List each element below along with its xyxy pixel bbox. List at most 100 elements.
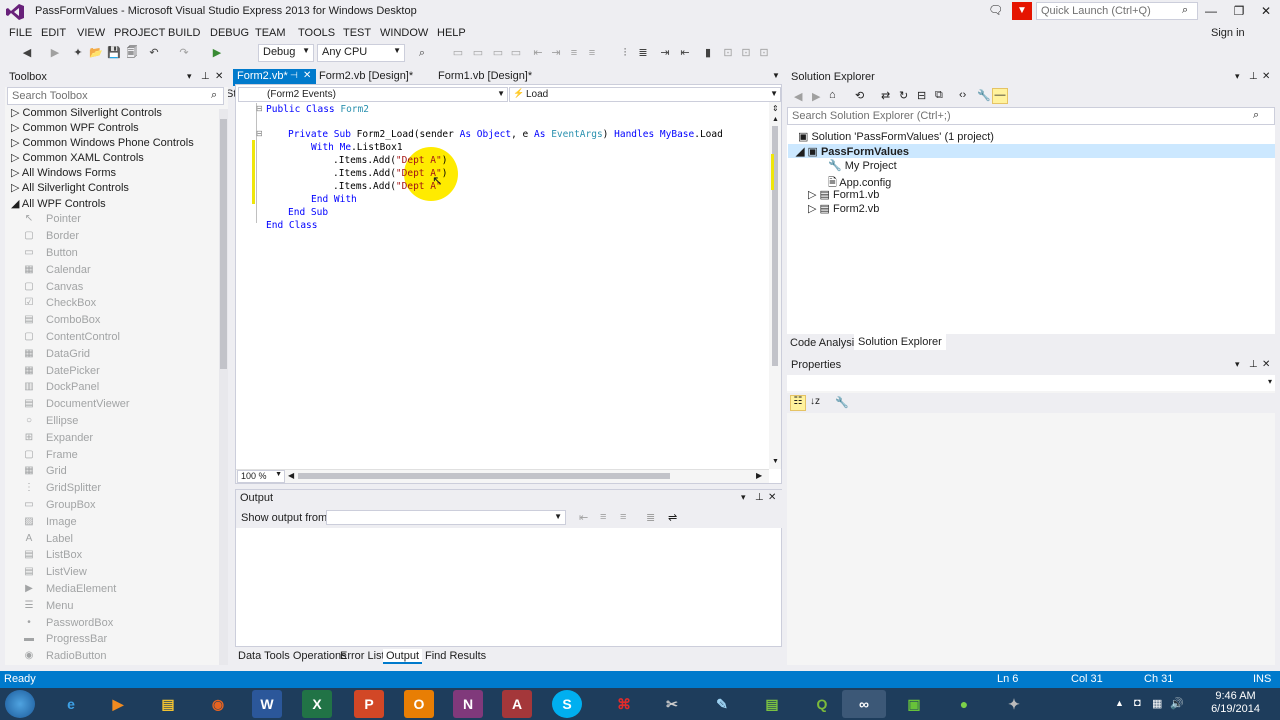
- prev-message-icon[interactable]: ≡: [600, 511, 606, 523]
- save-all-icon[interactable]: 🗐: [124, 45, 140, 61]
- pin-icon[interactable]: ⊥: [201, 71, 210, 82]
- toolbar-icon[interactable]: ▭: [450, 45, 466, 61]
- scroll-left-icon[interactable]: ◀: [288, 471, 294, 480]
- scroll-down-icon[interactable]: ▼: [772, 458, 779, 465]
- show-all-files-icon[interactable]: ⧉: [935, 89, 943, 102]
- refresh-icon[interactable]: ↻: [899, 89, 908, 102]
- property-pages-icon[interactable]: 🔧: [835, 396, 849, 409]
- forward-icon[interactable]: ▶: [47, 45, 63, 61]
- toolbox-item[interactable]: CheckBox: [46, 297, 96, 309]
- skype-icon[interactable]: S: [552, 690, 582, 718]
- tab-code-analysis[interactable]: Code Analysis: [787, 336, 863, 350]
- open-file-icon[interactable]: 📂: [88, 45, 104, 61]
- pin-icon[interactable]: ⊥: [755, 492, 764, 503]
- app-icon[interactable]: ▤: [750, 690, 794, 718]
- editor-hscroll-thumb[interactable]: [298, 473, 670, 479]
- internet-explorer-icon[interactable]: e: [49, 690, 93, 718]
- toolbox-item[interactable]: Calendar: [46, 264, 91, 276]
- zoom-select[interactable]: 100 % ▼: [237, 470, 285, 483]
- scroll-right-icon[interactable]: ▶: [756, 471, 762, 480]
- menu-debug[interactable]: DEBUG: [210, 27, 249, 39]
- collapse-all-icon[interactable]: ⊟: [917, 89, 926, 102]
- toolbar-icon[interactable]: ≡: [566, 45, 582, 61]
- toolbox-group[interactable]: ▷ All Silverlight Controls: [11, 181, 129, 194]
- toolbox-item[interactable]: GridSplitter: [46, 482, 101, 494]
- properties-icon[interactable]: 🔧: [977, 89, 991, 102]
- tab-overflow-icon[interactable]: ▼: [772, 71, 780, 80]
- find-in-files-icon[interactable]: ⌕: [414, 45, 430, 61]
- toolbox-search-input[interactable]: Search Toolbox: [7, 87, 224, 105]
- qlikview-icon[interactable]: Q: [800, 690, 844, 718]
- toolbox-item[interactable]: Menu: [46, 600, 74, 612]
- toolbox-item[interactable]: GroupBox: [46, 499, 96, 511]
- onenote-icon[interactable]: N: [453, 690, 483, 718]
- visual-studio-taskbar-icon[interactable]: ∞: [842, 690, 886, 718]
- toolbox-group[interactable]: ▷ Common Silverlight Controls: [11, 106, 162, 119]
- history-icon[interactable]: ⟲: [855, 89, 864, 102]
- camtasia-icon[interactable]: ●: [942, 690, 986, 718]
- menu-help[interactable]: HELP: [437, 27, 466, 39]
- menu-team[interactable]: TEAM: [255, 27, 286, 39]
- file-explorer-icon[interactable]: ▤: [146, 690, 190, 718]
- properties-dropdown-icon[interactable]: ▾: [1235, 359, 1240, 370]
- toolbox-item[interactable]: Image: [46, 516, 77, 528]
- back-icon[interactable]: ◀: [19, 45, 35, 61]
- menu-tools[interactable]: TOOLS: [298, 27, 335, 39]
- toolbox-item[interactable]: DockPanel: [46, 381, 99, 393]
- excel-icon[interactable]: X: [302, 690, 332, 718]
- comment-icon[interactable]: ≣: [635, 45, 651, 61]
- tab-form2-design[interactable]: Form2.vb [Design]*: [315, 69, 417, 84]
- volume-icon[interactable]: 🔊: [1170, 697, 1184, 710]
- toolbox-item[interactable]: Expander: [46, 432, 93, 444]
- clear-all-icon[interactable]: ≣: [646, 511, 655, 524]
- toolbox-item[interactable]: Label: [46, 533, 73, 545]
- tree-project[interactable]: ◢ ▣ PassFormValues: [796, 145, 909, 158]
- tab-find-results[interactable]: Find Results: [422, 649, 489, 664]
- firefox-icon[interactable]: ◉: [196, 690, 240, 718]
- toolbox-scrollbar-thumb[interactable]: [220, 119, 227, 369]
- toolbox-item[interactable]: Frame: [46, 449, 78, 461]
- tree-my-project[interactable]: 🔧 My Project: [828, 159, 897, 172]
- toolbox-close-icon[interactable]: ✕: [215, 71, 223, 82]
- align-icon[interactable]: ⫶: [617, 45, 633, 61]
- feedback-flag-icon[interactable]: ▼: [1012, 2, 1032, 20]
- view-code-icon[interactable]: ‹›: [959, 89, 966, 101]
- tray-icon[interactable]: ◘: [1134, 697, 1141, 709]
- menu-edit[interactable]: EDIT: [41, 27, 66, 39]
- pin-icon[interactable]: ⊥: [1249, 359, 1258, 370]
- access-icon[interactable]: A: [502, 690, 532, 718]
- toolbar-icon[interactable]: ⊡: [756, 45, 772, 61]
- maximize-button[interactable]: ❐: [1228, 2, 1250, 20]
- toolbox-group[interactable]: ▷ All Windows Forms: [11, 166, 116, 179]
- back-icon[interactable]: ◀: [794, 90, 802, 103]
- next-message-icon[interactable]: ≡: [620, 511, 626, 523]
- toolbox-item[interactable]: MediaElement: [46, 583, 116, 595]
- minimize-button[interactable]: —: [1200, 2, 1222, 20]
- menu-build[interactable]: BUILD: [168, 27, 200, 39]
- word-wrap-icon[interactable]: ⇌: [668, 511, 677, 524]
- home-icon[interactable]: ⌂: [829, 89, 836, 101]
- indent-icon[interactable]: ⇥: [657, 45, 673, 61]
- split-icon[interactable]: ⇕: [772, 104, 779, 113]
- tree-solution[interactable]: ▣ Solution 'PassFormValues' (1 project): [798, 130, 994, 143]
- se-close-icon[interactable]: ✕: [1262, 71, 1270, 82]
- toolbox-dropdown-icon[interactable]: ▾: [187, 71, 192, 82]
- app-icon[interactable]: ▣: [892, 690, 936, 718]
- network-icon[interactable]: ▦: [1152, 697, 1162, 710]
- word-icon[interactable]: W: [252, 690, 282, 718]
- collapse-icon[interactable]: ⊟: [256, 129, 263, 138]
- tab-solution-explorer[interactable]: Solution Explorer: [854, 334, 946, 350]
- code-editor[interactable]: (Form2 Events) ▼ ⚡ Load ▼ ⊟ ⊟ Public Class …: [235, 84, 782, 484]
- toolbox-item[interactable]: PasswordBox: [46, 617, 113, 629]
- notepad-icon[interactable]: ✎: [700, 690, 744, 718]
- output-close-icon[interactable]: ✕: [768, 492, 776, 503]
- tab-form2-vb[interactable]: Form2.vb* ⊣ ✕: [233, 69, 316, 84]
- menu-view[interactable]: VIEW: [77, 27, 105, 39]
- se-dropdown-icon[interactable]: ▾: [1235, 71, 1240, 82]
- tab-output[interactable]: Output: [383, 649, 423, 664]
- tab-data-tools-operations[interactable]: Data Tools Operations: [235, 649, 350, 664]
- sign-in-link[interactable]: Sign in: [1211, 27, 1245, 39]
- save-icon[interactable]: 💾: [106, 45, 122, 61]
- toolbar-icon[interactable]: ▭: [470, 45, 486, 61]
- toolbox-item[interactable]: DataGrid: [46, 348, 90, 360]
